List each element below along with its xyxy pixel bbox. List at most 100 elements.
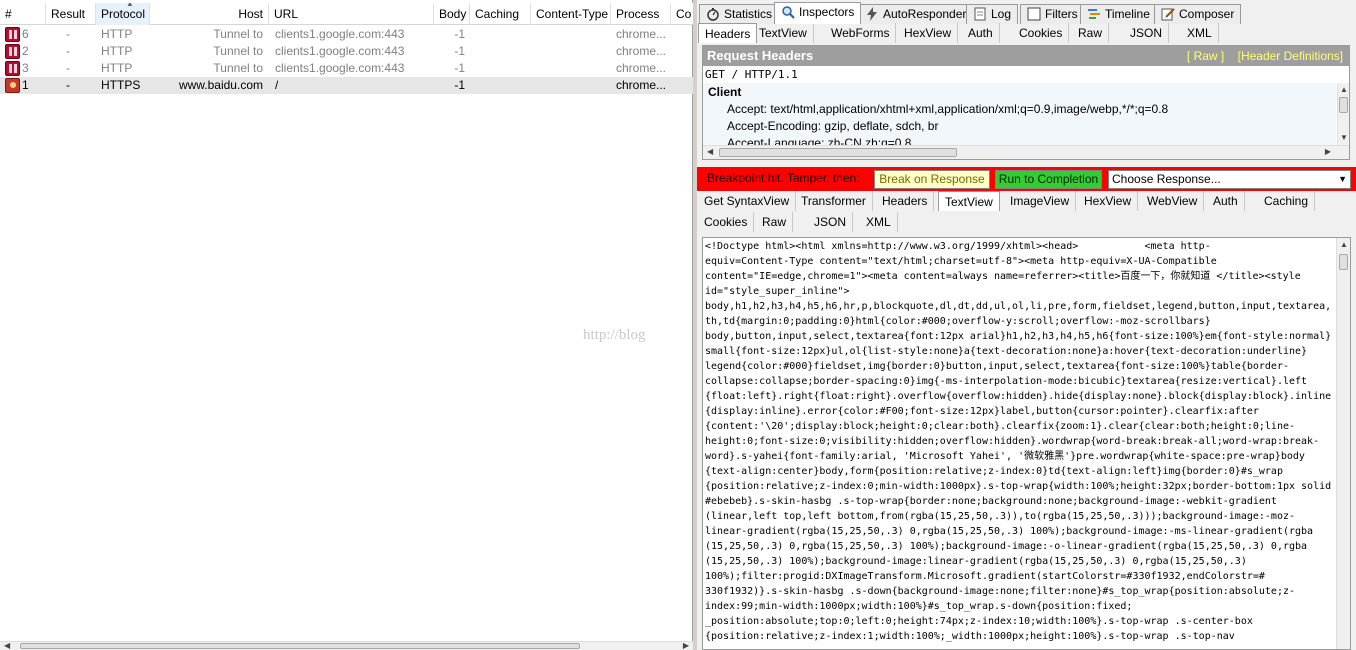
response-tab-bar-row2: Cookies Raw JSON XML: [697, 212, 1356, 234]
session-protocol: HTTP: [101, 44, 133, 58]
tab-inspectors-label: Inspectors: [799, 5, 855, 19]
session-row-selected[interactable]: 1 - HTTPS www.baidu.com / -1 chrome...: [0, 77, 693, 94]
request-headers-tree: Client Accept: text/html,application/xht…: [703, 83, 1336, 145]
session-row[interactable]: 6 - HTTP Tunnel to clients1.google.com:4…: [0, 26, 693, 43]
resp-tab-imageview[interactable]: ImageView: [1004, 191, 1077, 211]
resp-tab-textview[interactable]: TextView: [938, 191, 1000, 211]
req-tab-textview[interactable]: TextView: [753, 23, 814, 43]
response-body-text[interactable]: <!Doctype html><html xmlns=http://www.w3…: [705, 239, 1335, 644]
resp-tab-headers[interactable]: Headers: [876, 191, 935, 211]
session-row[interactable]: 3 - HTTP Tunnel to clients1.google.com:4…: [0, 60, 693, 77]
scroll-down-icon[interactable]: ▼: [1340, 133, 1348, 143]
session-url: clients1.google.com:443: [275, 27, 405, 41]
req-tab-json[interactable]: JSON: [1124, 23, 1170, 43]
scroll-up-icon[interactable]: ▲: [1340, 240, 1348, 250]
session-host: Tunnel to: [213, 44, 263, 58]
scroll-thumb[interactable]: [719, 148, 957, 157]
chevron-down-icon: ▼: [1338, 174, 1347, 184]
col-header-host[interactable]: Host: [150, 3, 269, 25]
req-tab-cookies[interactable]: Cookies: [1013, 23, 1070, 43]
session-list-header: # Result ▲ Protocol Host URL Body Cachin…: [0, 3, 693, 25]
col-header-body[interactable]: Body: [434, 3, 470, 25]
col-header-caching[interactable]: Caching: [470, 3, 531, 25]
col-header-url[interactable]: URL: [269, 3, 434, 25]
session-number: 1: [22, 78, 29, 92]
resp-tab-webview[interactable]: WebView: [1141, 191, 1205, 211]
tab-inspectors[interactable]: Inspectors: [774, 2, 862, 24]
tab-autoresponder[interactable]: AutoResponder: [858, 4, 974, 24]
session-result: -: [66, 78, 70, 92]
session-row[interactable]: 2 - HTTP Tunnel to clients1.google.com:4…: [0, 43, 693, 60]
scroll-thumb[interactable]: [1339, 97, 1348, 113]
header-group-client[interactable]: Client: [708, 85, 741, 99]
session-body: -1: [454, 44, 465, 58]
magnifier-icon: [782, 6, 795, 19]
resp-tab-cookies[interactable]: Cookies: [698, 212, 755, 232]
inspector-pane: Statistics Inspectors AutoResponder Log …: [697, 0, 1356, 650]
resp-tab-raw[interactable]: Raw: [756, 212, 794, 232]
header-accept-encoding[interactable]: Accept-Encoding: gzip, deflate, sdch, br: [727, 119, 938, 133]
compose-icon: [1161, 8, 1175, 21]
choose-response-dropdown[interactable]: Choose Response... ▼: [1108, 170, 1351, 189]
session-result: -: [66, 61, 70, 75]
choose-response-value: Choose Response...: [1112, 172, 1221, 186]
tab-timeline[interactable]: Timeline: [1080, 4, 1157, 24]
req-tab-webforms[interactable]: WebForms: [825, 23, 897, 43]
resp-tab-auth[interactable]: Auth: [1207, 191, 1245, 211]
resp-tab-transformer[interactable]: Transformer: [795, 191, 873, 211]
tab-filters[interactable]: Filters: [1020, 4, 1085, 24]
resp-tab-get-syntaxview[interactable]: Get SyntaxView: [698, 191, 797, 211]
response-vscrollbar[interactable]: ▲: [1336, 238, 1350, 649]
session-host: Tunnel to: [213, 61, 263, 75]
req-tab-auth[interactable]: Auth: [962, 23, 1000, 43]
header-accept[interactable]: Accept: text/html,application/xhtml+xml,…: [727, 102, 1168, 116]
col-header-comments[interactable]: Co: [671, 3, 693, 25]
scroll-thumb[interactable]: [20, 643, 580, 649]
header-accept-language[interactable]: Accept-Language: zh-CN,zh;q=0.8: [727, 136, 911, 145]
req-tab-raw[interactable]: Raw: [1072, 23, 1110, 43]
col-header-number[interactable]: #: [0, 3, 46, 25]
breakpoint-icon: [5, 27, 20, 42]
break-on-response-button[interactable]: Break on Response: [874, 170, 990, 189]
fiddler-window: # Result ▲ Protocol Host URL Body Cachin…: [0, 0, 1356, 650]
scroll-left-icon[interactable]: ◀: [4, 641, 10, 650]
req-tab-xml[interactable]: XML: [1181, 23, 1219, 43]
session-url: /: [275, 78, 279, 92]
scroll-thumb[interactable]: [1339, 254, 1348, 270]
col-header-protocol[interactable]: ▲ Protocol: [96, 3, 150, 25]
request-headers-title: Request Headers [ Raw ] [Header Definiti…: [703, 46, 1349, 66]
header-definitions-link[interactable]: [Header Definitions]: [1238, 49, 1343, 63]
session-body: -1: [454, 61, 465, 75]
request-line: GET / HTTP/1.1: [705, 68, 798, 81]
session-rows: 6 - HTTP Tunnel to clients1.google.com:4…: [0, 26, 693, 94]
run-to-completion-button[interactable]: Run to Completion: [995, 170, 1102, 189]
session-body: -1: [454, 78, 465, 92]
session-list-hscrollbar[interactable]: ◀ ▶: [0, 641, 693, 650]
resp-tab-json[interactable]: JSON: [808, 212, 854, 232]
raw-link[interactable]: [ Raw ]: [1187, 49, 1224, 63]
col-header-result[interactable]: Result: [46, 3, 96, 25]
col-header-process[interactable]: Process: [611, 3, 671, 25]
response-textview[interactable]: <!Doctype html><html xmlns=http://www.w3…: [702, 237, 1351, 650]
scroll-left-icon[interactable]: ◀: [707, 147, 713, 157]
tab-autoresponder-label: AutoResponder: [883, 7, 967, 21]
scroll-right-icon[interactable]: ▶: [683, 641, 689, 650]
scroll-right-icon[interactable]: ▶: [1325, 147, 1331, 157]
resp-tab-xml[interactable]: XML: [860, 212, 898, 232]
request-headers-hscrollbar[interactable]: ◀ ▶: [703, 145, 1349, 159]
tab-composer[interactable]: Composer: [1154, 4, 1242, 24]
req-tab-headers[interactable]: Headers: [698, 23, 758, 43]
scroll-up-icon[interactable]: ▲: [1340, 85, 1348, 95]
tab-timeline-label: Timeline: [1105, 7, 1150, 21]
req-tab-hexview[interactable]: HexView: [898, 23, 959, 43]
tab-log[interactable]: Log: [966, 4, 1019, 24]
watermark-text: http://blog: [583, 327, 646, 343]
resp-tab-caching[interactable]: Caching: [1258, 191, 1316, 211]
breakpoint-label: Breakpoint hit. Tamper, then:: [707, 171, 860, 185]
resp-tab-hexview[interactable]: HexView: [1078, 191, 1139, 211]
tab-statistics[interactable]: Statistics: [699, 4, 780, 24]
lightning-icon: [867, 7, 877, 21]
request-headers-vscrollbar[interactable]: ▲ ▼: [1337, 83, 1349, 145]
col-header-content-type[interactable]: Content-Type: [531, 3, 611, 25]
session-host: Tunnel to: [213, 27, 263, 41]
